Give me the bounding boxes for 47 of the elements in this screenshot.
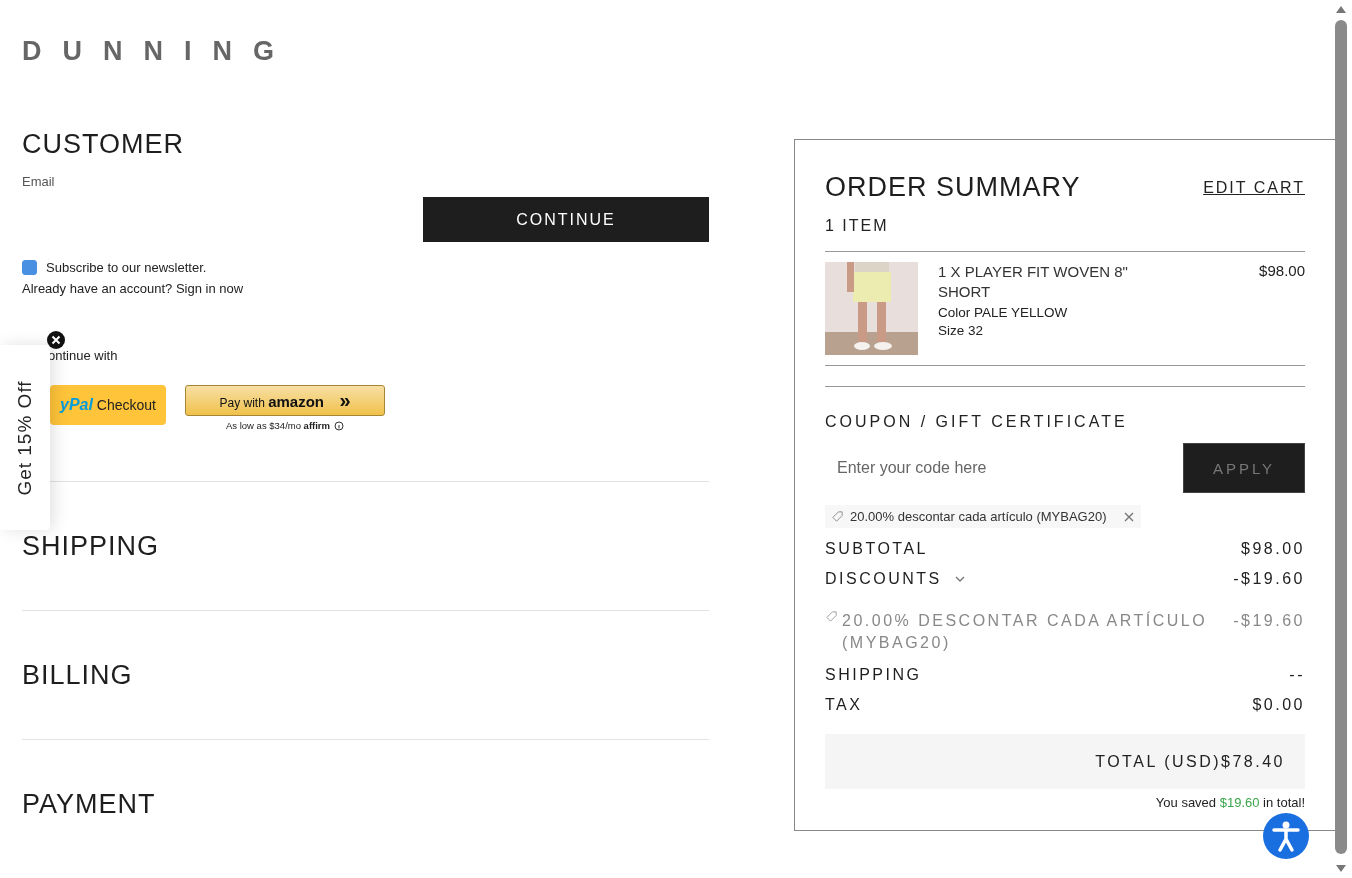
logo[interactable]: DUNNING xyxy=(22,36,295,67)
continue-with-text: ontinue with xyxy=(48,348,119,363)
section-title: BILLING xyxy=(22,659,133,691)
scroll-up-icon[interactable] xyxy=(1335,4,1347,14)
accessibility-icon[interactable] xyxy=(1263,813,1309,859)
total-label: TAX xyxy=(825,696,863,714)
product-color: Color PALE YELLOW xyxy=(938,305,1069,320)
scroll-down-icon[interactable] xyxy=(1335,864,1347,874)
amazon-pay-button[interactable]: Pay with amazon » xyxy=(185,385,385,416)
remove-icon[interactable] xyxy=(1122,510,1135,523)
total-value: $0.00 xyxy=(1252,696,1305,714)
paypal-button[interactable]: yPal Checkout xyxy=(50,385,166,425)
scrollbar-thumb[interactable] xyxy=(1335,20,1347,854)
product-name: 1 X PLAYER FIT WOVEN 8" SHORT xyxy=(938,262,1129,302)
item-count: 1 ITEM xyxy=(825,217,1305,252)
total-label: DISCOUNTS xyxy=(825,570,942,588)
chevron-down-icon[interactable] xyxy=(953,575,966,583)
promo-tab[interactable]: Get 15% Off xyxy=(0,345,50,530)
product-price: $98.00 xyxy=(1259,262,1305,281)
apply-button[interactable]: APPLY xyxy=(1183,443,1305,493)
total-value: $98.00 xyxy=(1241,540,1305,558)
edit-cart-link[interactable]: EDIT CART xyxy=(1203,178,1305,197)
summary-title: ORDER SUMMARY xyxy=(825,172,1081,203)
total-value: -$19.60 xyxy=(1233,570,1305,588)
discount-label: 20.00% DESCONTAR CADA ARTÍCULO (MYBAG20) xyxy=(842,610,1209,653)
product-size: Size 32 xyxy=(938,323,985,338)
section-title: PAYMENT xyxy=(22,788,156,820)
affirm-note: As low as $34/mo affirm xyxy=(226,420,330,431)
field-label: Email xyxy=(22,174,56,189)
grand-total: TOTAL (USD)$78.40 xyxy=(1095,752,1285,771)
coupon-title: COUPON / GIFT CERTIFICATE xyxy=(825,413,1129,431)
section-title: CUSTOMER xyxy=(22,129,185,160)
discount-value: -$19.60 xyxy=(1233,611,1305,631)
coupon-text: 20.00% descontar cada artículo (MYBAG20) xyxy=(850,509,1107,524)
info-icon[interactable] xyxy=(334,420,344,431)
sign-in-text: Already have an account? Sign in now xyxy=(22,281,245,296)
section-title: SHIPPING xyxy=(22,530,160,562)
tag-icon xyxy=(825,610,838,623)
checkbox-label: Subscribe to our newsletter. xyxy=(46,260,207,275)
savings-text: You saved $19.60 in total! xyxy=(1154,795,1305,810)
total-label: SUBTOTAL xyxy=(825,540,928,558)
continue-button[interactable]: CONTINUE xyxy=(423,197,709,242)
tag-icon xyxy=(831,510,844,523)
total-label: SHIPPING xyxy=(825,666,922,684)
close-icon[interactable] xyxy=(47,331,65,349)
checkbox[interactable] xyxy=(22,260,37,275)
total-value: -- xyxy=(1289,666,1305,684)
